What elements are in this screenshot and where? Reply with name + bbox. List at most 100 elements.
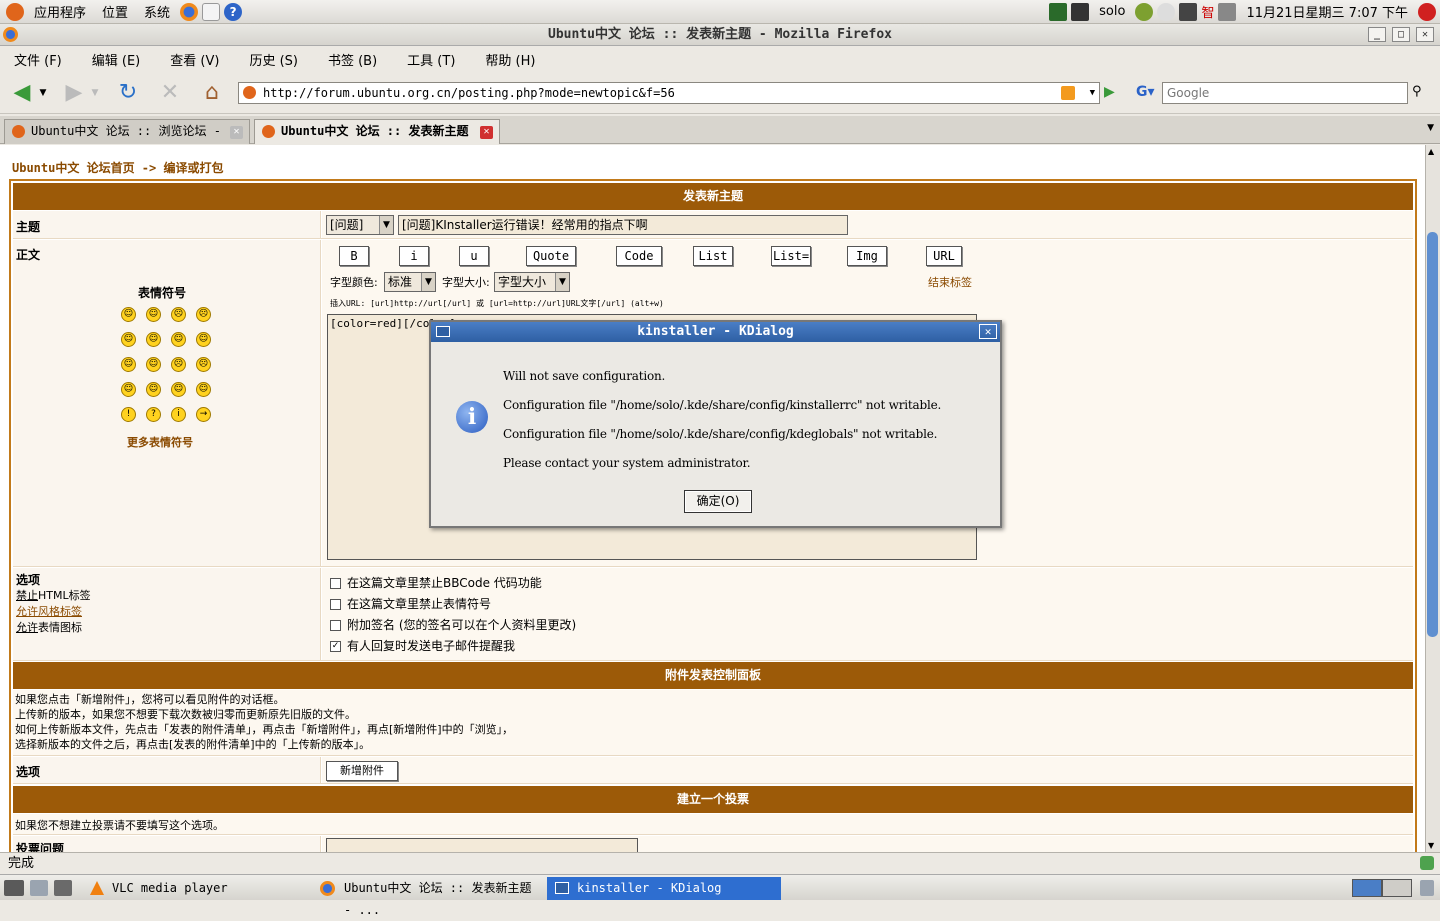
task-kdialog[interactable]: kinstaller - KDialog: [547, 877, 781, 900]
help-launcher-icon[interactable]: ?: [224, 2, 243, 21]
bbcode-button[interactable]: Img: [847, 246, 887, 266]
system-monitor-icon[interactable]: [1049, 2, 1068, 21]
rss-feed-icon[interactable]: [1061, 86, 1075, 100]
go-icon[interactable]: ▶: [1104, 84, 1115, 100]
bbcode-button[interactable]: B: [339, 246, 369, 266]
smiley-icon[interactable]: ☺: [121, 382, 136, 397]
html-status-link[interactable]: 禁止: [16, 589, 38, 602]
applications-menu[interactable]: 应用程序: [26, 2, 94, 21]
back-icon[interactable]: ◀: [8, 80, 36, 106]
smiley-icon[interactable]: →: [196, 407, 211, 422]
input-method-indicator[interactable]: 智: [1199, 2, 1216, 21]
power-icon[interactable]: [1418, 2, 1436, 21]
show-desktop-icon[interactable]: [4, 880, 24, 896]
stop-icon[interactable]: ✕: [156, 80, 184, 106]
smiley-icon[interactable]: ☹: [196, 307, 211, 322]
bbcode-button[interactable]: Code: [616, 246, 662, 266]
back-dropdown-icon[interactable]: ▼: [36, 80, 50, 106]
bbcode-status-link[interactable]: 允许: [16, 605, 38, 618]
terminal-icon[interactable]: [1071, 2, 1090, 21]
breadcrumb-forum-link[interactable]: 编译或打包: [163, 161, 223, 175]
smilies-status-link[interactable]: 允许: [16, 621, 38, 634]
bbcode-button[interactable]: u: [459, 246, 489, 266]
close-window-button[interactable]: ✕: [1416, 27, 1434, 42]
option-checkbox[interactable]: [330, 578, 341, 589]
subject-input[interactable]: [问题]KInstaller运行错误！经常用的指点下啊: [398, 215, 848, 235]
forward-icon[interactable]: ▶: [60, 80, 88, 106]
smiley-icon[interactable]: ☹: [171, 357, 186, 372]
task-firefox[interactable]: Ubuntu中文 论坛 :: 发表新主题 - ...: [314, 877, 544, 917]
network-icon[interactable]: [1157, 2, 1176, 21]
poll-question-input[interactable]: [326, 838, 638, 852]
smiley-icon[interactable]: ☺: [146, 332, 161, 347]
ubuntu-logo-icon[interactable]: [6, 2, 24, 21]
smiley-icon[interactable]: i: [171, 407, 186, 422]
dialog-close-button[interactable]: ✕: [979, 324, 997, 339]
workspace-switcher[interactable]: [1352, 879, 1382, 897]
bbcode-button[interactable]: i: [399, 246, 429, 266]
forward-dropdown-icon[interactable]: ▼: [88, 80, 102, 106]
search-go-icon[interactable]: ⚲: [1412, 84, 1422, 99]
more-smilies-link[interactable]: 更多表情符号: [127, 434, 193, 450]
option-checkbox[interactable]: ✓: [330, 641, 341, 652]
smiley-icon[interactable]: ☹: [196, 357, 211, 372]
bbcode-status-text[interactable]: 风格标签: [38, 605, 82, 618]
scrollbar-thumb[interactable]: [1427, 232, 1438, 637]
maximize-button[interactable]: □: [1392, 27, 1410, 42]
trash-icon[interactable]: [30, 880, 48, 896]
url-input[interactable]: http://forum.ubuntu.org.cn/posting.php?m…: [238, 82, 1100, 104]
smiley-icon[interactable]: !: [121, 407, 136, 422]
clock[interactable]: 11月21日星期三 7:07 下午: [1238, 2, 1416, 21]
smiley-icon[interactable]: ☺: [121, 357, 136, 372]
menu-help[interactable]: 帮助 (H): [485, 50, 535, 69]
menu-tools[interactable]: 工具 (T): [407, 50, 455, 69]
add-attachment-button[interactable]: 新增附件: [326, 761, 398, 781]
menu-view[interactable]: 查看 (V): [170, 50, 219, 69]
tab-new-topic[interactable]: Ubuntu中文 论坛 :: 发表新主题 ✕: [254, 119, 500, 144]
scroll-up-icon[interactable]: ▲: [1428, 147, 1434, 156]
bbcode-button[interactable]: List: [693, 246, 733, 266]
minimize-button[interactable]: _: [1368, 27, 1386, 42]
workspace-switcher-2[interactable]: [1382, 879, 1412, 897]
smiley-icon[interactable]: ?: [146, 407, 161, 422]
home-icon[interactable]: ⌂: [198, 80, 226, 106]
bbcode-button[interactable]: Quote: [526, 246, 576, 266]
smiley-icon[interactable]: ☺: [146, 307, 161, 322]
bbcode-button[interactable]: URL: [926, 246, 962, 266]
scroll-down-icon[interactable]: ▼: [1428, 841, 1434, 850]
update-notifier-icon[interactable]: [1135, 2, 1154, 21]
firefox-launcher-icon[interactable]: [180, 2, 199, 21]
task-vlc[interactable]: VLC media player: [82, 877, 312, 900]
system-menu[interactable]: 系统: [136, 2, 178, 21]
smiley-icon[interactable]: ☺: [171, 332, 186, 347]
tab-list-dropdown-icon[interactable]: ▼: [1427, 123, 1434, 133]
smiley-icon[interactable]: ☺: [121, 332, 136, 347]
smiley-icon[interactable]: ☺: [121, 307, 136, 322]
font-color-select[interactable]: 标准 ▼: [384, 272, 436, 292]
smiley-icon[interactable]: ☺: [196, 332, 211, 347]
search-engine-icon[interactable]: G▾: [1136, 84, 1156, 102]
url-dropdown-icon[interactable]: ▼: [1090, 83, 1095, 103]
volume-icon[interactable]: [1218, 2, 1237, 21]
places-menu[interactable]: 位置: [94, 2, 136, 21]
bbcode-button[interactable]: List=: [771, 246, 811, 266]
smiley-icon[interactable]: ☺: [146, 382, 161, 397]
dialog-titlebar[interactable]: kinstaller - KDialog ✕: [431, 322, 1000, 342]
font-size-select[interactable]: 字型大小 ▼: [494, 272, 570, 292]
menu-bookmarks[interactable]: 书签 (B): [328, 50, 377, 69]
display-icon[interactable]: [1179, 2, 1198, 21]
breadcrumb-home-link[interactable]: Ubuntu中文 论坛首页: [12, 161, 135, 175]
ok-button[interactable]: 确定(O): [684, 490, 752, 513]
workspace-icon[interactable]: [54, 880, 72, 896]
menu-history[interactable]: 历史 (S): [249, 50, 298, 69]
smiley-icon[interactable]: ☺: [196, 382, 211, 397]
tab-browse-forum[interactable]: Ubuntu中文 论坛 :: 浏览论坛 - ... ✕: [4, 119, 250, 161]
tab-close-icon[interactable]: ✕: [480, 126, 493, 139]
smiley-icon[interactable]: ☺: [146, 357, 161, 372]
trash-applet-icon[interactable]: [1420, 880, 1434, 896]
menu-file[interactable]: 文件 (F): [14, 50, 62, 69]
smiley-icon[interactable]: ☹: [171, 307, 186, 322]
smiley-icon[interactable]: ☺: [171, 382, 186, 397]
reload-icon[interactable]: ↻: [114, 80, 142, 106]
close-tags-link[interactable]: 结束标签: [928, 274, 972, 290]
